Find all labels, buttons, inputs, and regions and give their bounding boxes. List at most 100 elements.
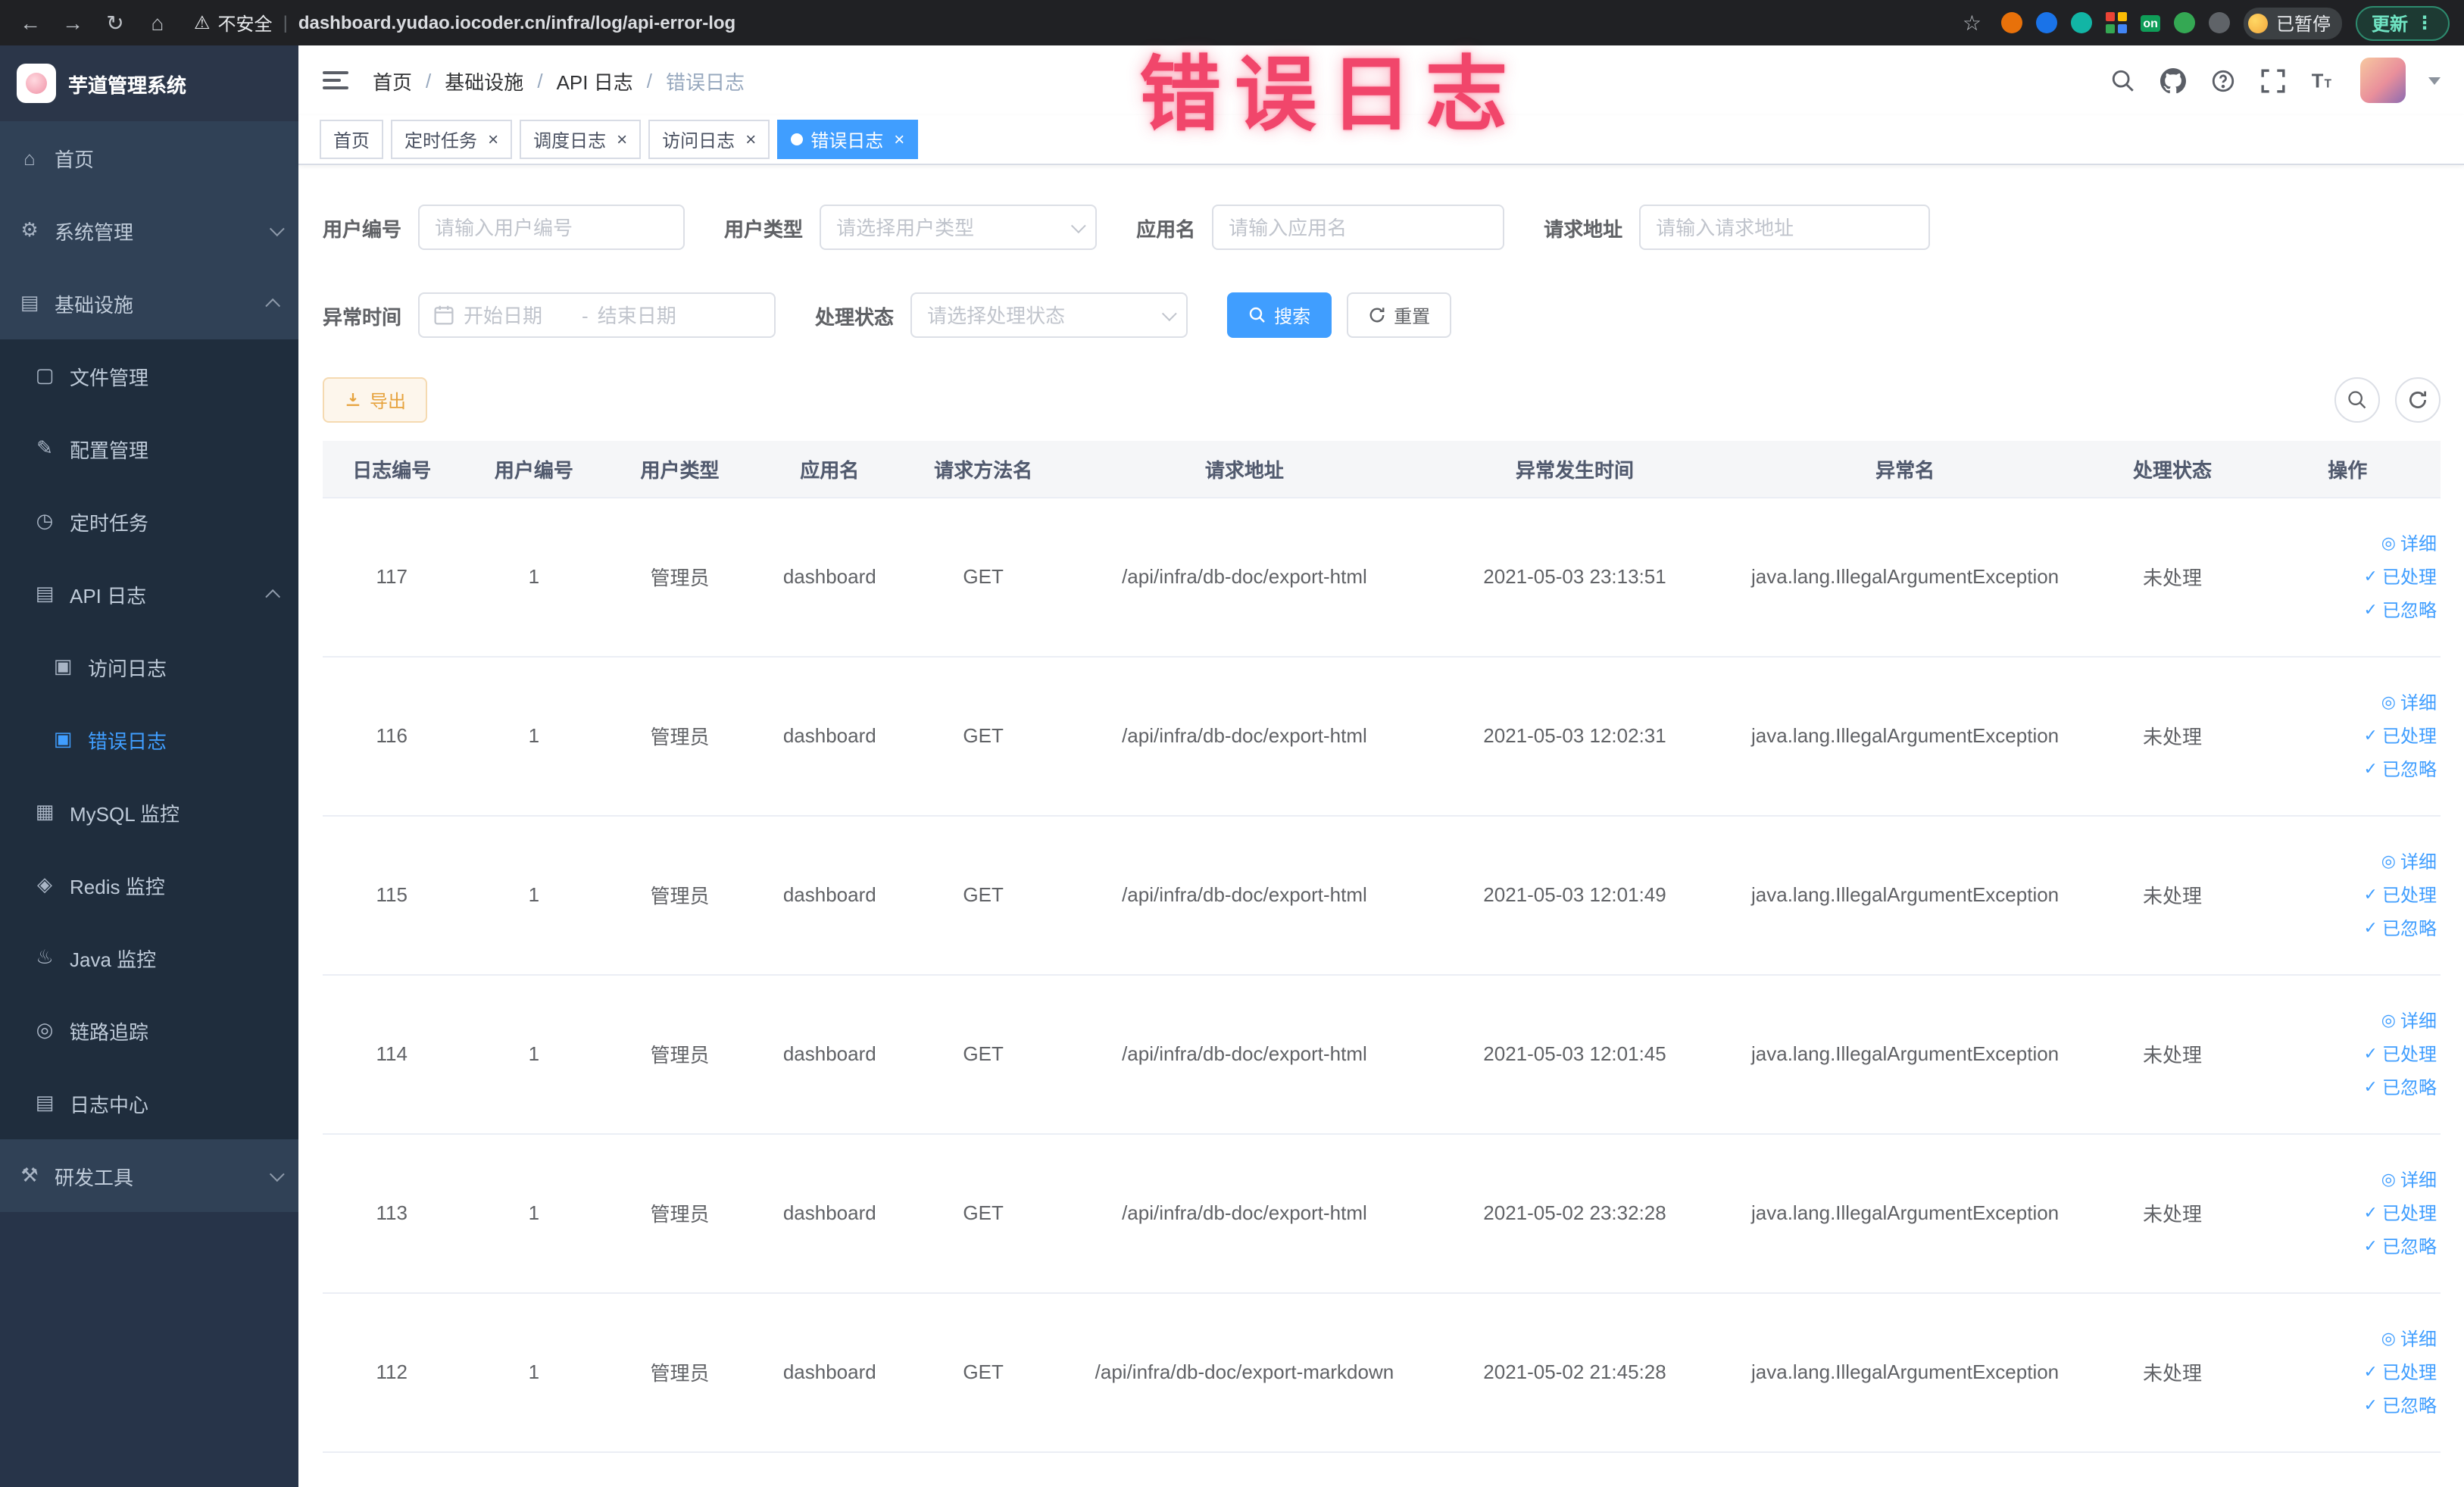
bookmark-star-icon[interactable]: ☆ bbox=[1957, 10, 1987, 36]
extension-paw-icon[interactable] bbox=[2209, 12, 2231, 33]
avatar[interactable] bbox=[2359, 58, 2405, 103]
search-icon[interactable] bbox=[2110, 67, 2137, 94]
search-button[interactable]: 搜索 bbox=[1227, 292, 1332, 338]
extension-icon-1[interactable] bbox=[2000, 12, 2022, 33]
mark-processed-link[interactable]: ✓ 已处理 bbox=[2364, 1041, 2437, 1067]
refresh-icon bbox=[1369, 308, 1385, 323]
end-date-input[interactable] bbox=[597, 304, 707, 326]
process-status-select[interactable] bbox=[910, 292, 1188, 338]
detail-link[interactable]: ◎ 详细 bbox=[2381, 689, 2437, 715]
github-icon[interactable] bbox=[2160, 67, 2187, 94]
mark-ignored-link[interactable]: ✓ 已忽略 bbox=[2364, 915, 2437, 941]
app-logo[interactable]: 芋道管理系统 bbox=[0, 45, 298, 121]
browser-update-button[interactable]: 更新 ⋮ bbox=[2356, 5, 2449, 40]
hamburger-icon[interactable] bbox=[323, 71, 348, 89]
date-range-picker[interactable]: - bbox=[418, 292, 776, 338]
sidebar-item-label: 错误日志 bbox=[88, 729, 167, 752]
reset-button[interactable]: 重置 bbox=[1347, 292, 1452, 338]
mark-processed-link[interactable]: ✓ 已处理 bbox=[2364, 882, 2437, 908]
mark-ignored-link[interactable]: ✓ 已忽略 bbox=[2364, 1392, 2437, 1418]
detail-link[interactable]: ◎ 详细 bbox=[2381, 530, 2437, 556]
sidebar-item-log-center[interactable]: ▤ 日志中心 bbox=[0, 1067, 298, 1139]
avatar-caret-icon[interactable] bbox=[2428, 77, 2440, 84]
sidebar-item-error-log[interactable]: ▣ 错误日志 bbox=[0, 703, 298, 776]
detail-link-label: 详细 bbox=[2400, 1329, 2437, 1350]
detail-link[interactable]: ◎ 详细 bbox=[2381, 1167, 2437, 1192]
tab-access-log[interactable]: 访问日志 × bbox=[648, 120, 770, 159]
font-size-icon[interactable]: T T bbox=[2309, 67, 2337, 94]
chevron-up-icon bbox=[265, 297, 281, 313]
mark-processed-link[interactable]: ✓ 已处理 bbox=[2364, 564, 2437, 589]
extension-icon-2[interactable] bbox=[2035, 12, 2057, 33]
extension-icon-3[interactable] bbox=[2070, 12, 2092, 33]
sidebar: 芋道管理系统 ⌂ 首页 ⚙ 系统管理 ▤ 基础设施 ▢ 文件管理 ✎ 配置管理 … bbox=[0, 45, 298, 1487]
sidebar-item-java-monitor[interactable]: ♨ Java 监控 bbox=[0, 921, 298, 994]
reload-icon[interactable]: ↻ bbox=[100, 10, 130, 36]
detail-link[interactable]: ◎ 详细 bbox=[2381, 1326, 2437, 1351]
method-cell: GET bbox=[906, 497, 1060, 657]
ignored-link-label: 已忽略 bbox=[2381, 1077, 2437, 1098]
address-bar[interactable]: ⚠ 不安全 | dashboard.yudao.iocoder.cn/infra… bbox=[185, 10, 1944, 36]
mark-processed-link[interactable]: ✓ 已处理 bbox=[2364, 1200, 2437, 1226]
exception-name-cell: java.lang.IllegalArgumentException bbox=[1720, 974, 2090, 1134]
export-button[interactable]: 导出 bbox=[323, 377, 428, 423]
ignored-link-label: 已忽略 bbox=[2381, 1395, 2437, 1417]
close-icon[interactable]: × bbox=[617, 130, 627, 148]
sidebar-item-scheduled-jobs[interactable]: ◷ 定时任务 bbox=[0, 485, 298, 558]
extensions-grid-icon[interactable] bbox=[2105, 12, 2127, 33]
mark-processed-link[interactable]: ✓ 已处理 bbox=[2364, 1359, 2437, 1385]
request-url-input[interactable] bbox=[1639, 205, 1931, 250]
url-text[interactable]: dashboard.yudao.iocoder.cn/infra/log/api… bbox=[298, 12, 735, 33]
back-icon[interactable]: ← bbox=[15, 11, 45, 35]
sidebar-item-config-mgmt[interactable]: ✎ 配置管理 bbox=[0, 412, 298, 485]
detail-link[interactable]: ◎ 详细 bbox=[2381, 1007, 2437, 1033]
close-icon[interactable]: × bbox=[488, 130, 498, 148]
breadcrumb-item[interactable]: 基础设施 bbox=[445, 66, 523, 95]
breadcrumb-item[interactable]: 首页 bbox=[373, 66, 412, 95]
mark-processed-link[interactable]: ✓ 已处理 bbox=[2364, 723, 2437, 748]
sidebar-item-system-mgmt[interactable]: ⚙ 系统管理 bbox=[0, 194, 298, 267]
sidebar-item-tracing[interactable]: ◎ 链路追踪 bbox=[0, 994, 298, 1067]
paused-badge[interactable]: 已暂停 bbox=[2244, 7, 2343, 39]
sidebar-item-mysql-monitor[interactable]: ▦ MySQL 监控 bbox=[0, 776, 298, 848]
user-id-input[interactable] bbox=[418, 205, 685, 250]
sidebar-item-api-logs[interactable]: ▤ API 日志 bbox=[0, 558, 298, 630]
tab-dispatch-log[interactable]: 调度日志 × bbox=[520, 120, 642, 159]
extension-leaf-icon[interactable] bbox=[2174, 12, 2196, 33]
error-log-icon: ▣ bbox=[53, 727, 73, 750]
sidebar-item-redis-monitor[interactable]: ◈ Redis 监控 bbox=[0, 848, 298, 921]
mark-ignored-link[interactable]: ✓ 已忽略 bbox=[2364, 1074, 2437, 1100]
sidebar-item-home[interactable]: ⌂ 首页 bbox=[0, 121, 298, 194]
mark-ignored-link[interactable]: ✓ 已忽略 bbox=[2364, 597, 2437, 623]
mark-ignored-link[interactable]: ✓ 已忽略 bbox=[2364, 756, 2437, 782]
fullscreen-icon[interactable] bbox=[2259, 67, 2287, 94]
security-warning[interactable]: ⚠ 不安全 bbox=[194, 10, 273, 36]
tab-error-log[interactable]: 错误日志 × bbox=[777, 120, 919, 159]
tab-scheduled-jobs[interactable]: 定时任务 × bbox=[391, 120, 513, 159]
start-date-input[interactable] bbox=[464, 304, 573, 326]
sidebar-item-infrastructure[interactable]: ▤ 基础设施 bbox=[0, 267, 298, 339]
sidebar-item-label: 研发工具 bbox=[55, 1166, 134, 1189]
on-extension-badge[interactable]: on bbox=[2140, 14, 2161, 31]
sidebar-item-access-log[interactable]: ▣ 访问日志 bbox=[0, 630, 298, 703]
detail-link[interactable]: ◎ 详细 bbox=[2381, 848, 2437, 874]
help-icon[interactable] bbox=[2209, 67, 2237, 94]
mark-ignored-link[interactable]: ✓ 已忽略 bbox=[2364, 1233, 2437, 1259]
breadcrumb-item[interactable]: API 日志 bbox=[557, 66, 633, 95]
close-icon[interactable]: × bbox=[745, 130, 756, 148]
refresh-table-button[interactable] bbox=[2394, 377, 2440, 423]
user-type-select[interactable] bbox=[820, 205, 1098, 250]
sidebar-item-file-mgmt[interactable]: ▢ 文件管理 bbox=[0, 339, 298, 412]
col-log-id: 日志编号 bbox=[323, 441, 461, 498]
sidebar-item-dev-tools[interactable]: ⚒ 研发工具 bbox=[0, 1139, 298, 1212]
method-cell: GET bbox=[906, 974, 1060, 1134]
tab-home[interactable]: 首页 bbox=[320, 120, 384, 159]
close-icon[interactable]: × bbox=[894, 130, 904, 148]
col-exception-time: 异常发生时间 bbox=[1429, 441, 1721, 498]
toggle-search-button[interactable] bbox=[2334, 377, 2379, 423]
forward-icon[interactable]: → bbox=[58, 11, 88, 35]
browser-home-icon[interactable]: ⌂ bbox=[142, 11, 173, 35]
app-name-input[interactable] bbox=[1212, 205, 1505, 250]
emoji-face-icon bbox=[2248, 13, 2269, 33]
browser-chrome: ← → ↻ ⌂ ⚠ 不安全 | dashboard.yudao.iocoder.… bbox=[0, 0, 2464, 45]
